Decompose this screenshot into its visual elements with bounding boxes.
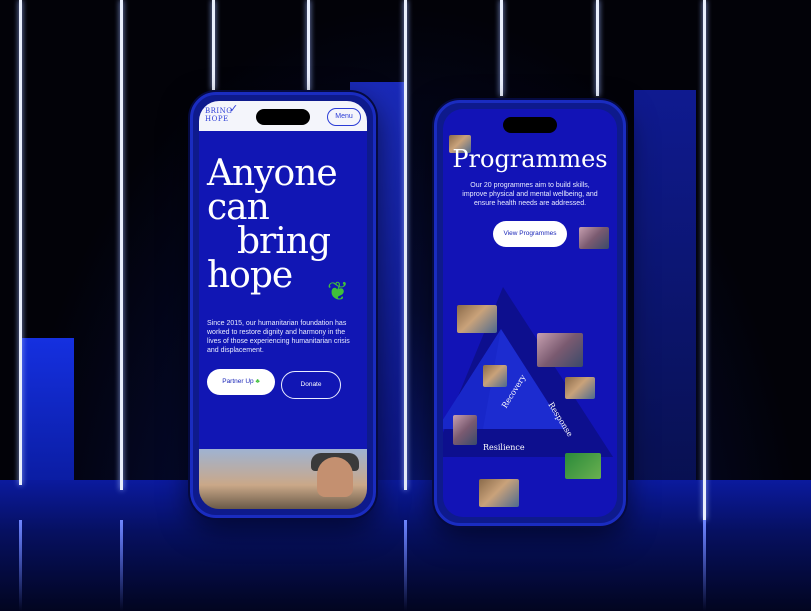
light-bar <box>120 0 123 490</box>
sprout-small-icon: ♣ <box>255 378 260 385</box>
thumbnail-photo <box>483 365 507 387</box>
donate-button[interactable]: Donate <box>281 371 341 399</box>
light-bar <box>596 0 599 96</box>
programmes-title: Programmes <box>452 145 608 173</box>
dynamic-island <box>503 117 557 133</box>
thumbnail-photo <box>453 415 477 445</box>
thumbnail-photo <box>479 479 519 507</box>
phone-left: BRING HOPE ✓ Menu Anyone can bring hope … <box>190 92 376 518</box>
light-reflection <box>404 520 407 611</box>
hero-line: can <box>207 187 270 228</box>
light-bar <box>19 0 22 485</box>
hero-description: Since 2015, our humanitarian foundation … <box>207 320 350 354</box>
light-bar <box>404 0 407 490</box>
light-bar <box>703 0 706 520</box>
hero-heading: Anyone can bring hope <box>207 153 338 296</box>
thumbnail-photo <box>537 333 583 367</box>
thumbnail-photo <box>565 377 595 399</box>
bird-icon: ✓ <box>229 102 239 115</box>
thumbnail-photo <box>565 453 601 479</box>
light-bar <box>307 0 310 92</box>
thumbnail-photo <box>457 305 497 333</box>
sprout-icon: ❦ <box>327 276 349 306</box>
view-programmes-button[interactable]: View Programmes <box>493 221 567 247</box>
light-reflection <box>19 520 22 611</box>
phone-left-screen: BRING HOPE ✓ Menu Anyone can bring hope … <box>199 101 367 509</box>
light-reflection <box>703 520 706 611</box>
phone-right: Programmes Our 20 programmes aim to buil… <box>434 100 626 526</box>
cycle-label-resilience: Resilience <box>483 443 525 452</box>
scene-background: BRING HOPE ✓ Menu Anyone can bring hope … <box>0 0 811 611</box>
light-reflection <box>120 520 123 611</box>
thumbnail-photo <box>579 227 609 249</box>
hero-line: hope <box>207 255 293 296</box>
light-bar <box>212 0 215 90</box>
phone-right-screen: Programmes Our 20 programmes aim to buil… <box>443 109 617 517</box>
brand-logo[interactable]: BRING HOPE ✓ <box>205 103 238 123</box>
partner-up-label: Partner Up <box>222 378 254 385</box>
hero-photo <box>199 449 367 509</box>
wall-panel <box>22 338 74 488</box>
partner-up-button[interactable]: Partner Up ♣ <box>207 369 275 395</box>
light-bar <box>500 0 503 96</box>
hero-line: Anyone <box>207 153 338 194</box>
logo-line-2: HOPE <box>205 115 229 123</box>
programmes-description: Our 20 programmes aim to build skills, i… <box>462 182 598 207</box>
dynamic-island <box>256 109 310 125</box>
wall-panel <box>634 90 696 500</box>
photo-face <box>317 457 353 497</box>
menu-button[interactable]: Menu <box>327 108 361 126</box>
hero-line: bring <box>237 221 331 262</box>
